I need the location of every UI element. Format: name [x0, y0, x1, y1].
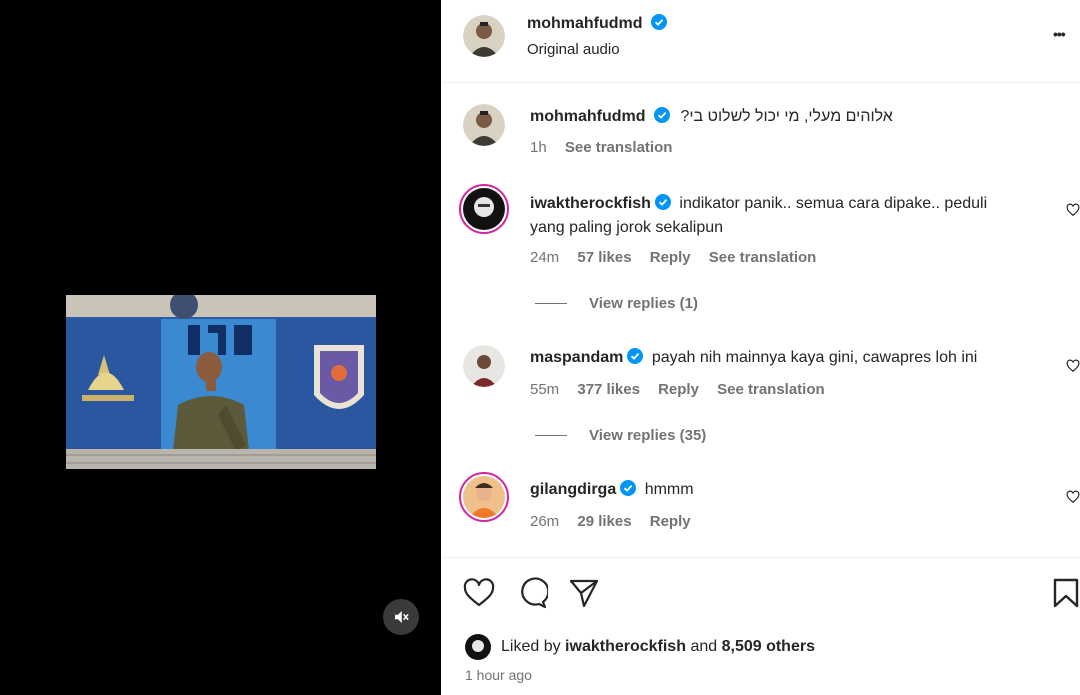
verified-badge-icon [620, 480, 637, 496]
comment-like-heart-icon[interactable] [1066, 359, 1080, 373]
author-header: mohmahfudmd [527, 14, 667, 33]
author-avatar[interactable] [463, 15, 505, 57]
caption-see-translation[interactable]: See translation [565, 139, 673, 156]
comment-likes[interactable]: 377 likes [577, 381, 640, 398]
header-divider [441, 82, 1080, 83]
view-replies-button[interactable]: View replies (1) [535, 295, 698, 312]
actions-divider [441, 557, 1080, 558]
verified-badge-icon [654, 194, 671, 210]
replies-line [535, 435, 567, 436]
comment-like-heart-icon[interactable] [1066, 490, 1080, 504]
post-details-panel: mohmahfudmd Original audio ••• mohmahfud… [441, 0, 1080, 695]
comment-username[interactable]: gilangdirga [530, 481, 616, 498]
muted-speaker-icon [395, 611, 409, 623]
likes-summary: Liked by iwaktherockfish and 8,509 other… [465, 634, 815, 660]
liked-by-user[interactable]: iwaktherockfish [565, 638, 686, 656]
liked-by-prefix: Liked by [501, 638, 561, 655]
replies-line [535, 303, 567, 304]
liker-avatar[interactable] [465, 634, 491, 660]
comment-username[interactable]: iwaktherockfish [530, 195, 651, 212]
comment-likes[interactable]: 57 likes [577, 249, 631, 266]
video-thumbnail [66, 295, 376, 469]
paper-plane-icon[interactable] [568, 577, 600, 609]
comment-text: indikator panik.. semua cara dipake.. pe… [679, 195, 988, 212]
comment-see-translation[interactable]: See translation [717, 381, 825, 398]
author-avatar-image [463, 15, 505, 57]
post-media [0, 0, 441, 695]
audio-label[interactable]: Original audio [527, 41, 620, 58]
liked-by-others[interactable]: 8,509 others [722, 638, 815, 656]
bookmark-icon[interactable] [1052, 577, 1080, 609]
author-username[interactable]: mohmahfudmd [527, 15, 643, 32]
mute-toggle-button[interactable] [383, 599, 419, 635]
comment-avatar-maspandam[interactable] [463, 345, 505, 387]
comment-meta: 24m 57 likes Reply See translation [530, 249, 830, 266]
more-options-button[interactable]: ••• [1053, 26, 1066, 42]
comment-text-continued: yang paling jorok sekalipun [530, 219, 724, 236]
verified-badge-icon [654, 107, 670, 123]
comment-text: hmmm [644, 481, 694, 498]
verified-badge-icon [651, 14, 667, 30]
video-player[interactable] [66, 295, 376, 469]
comment-body: gilangdirga hmmm [530, 480, 694, 499]
post-time-ago[interactable]: 1 hour ago [465, 667, 532, 683]
caption-avatar-image [463, 104, 505, 146]
caption-meta: 1h See translation [530, 139, 686, 156]
comment-time[interactable]: 24m [530, 249, 559, 266]
caption-avatar[interactable] [463, 104, 505, 146]
liked-by-and: and [690, 638, 718, 655]
verified-badge-icon [627, 348, 644, 364]
comment-like-heart-icon[interactable] [1066, 203, 1080, 217]
comment-meta: 26m 29 likes Reply [530, 513, 705, 530]
view-replies-label: View replies (35) [589, 427, 707, 444]
view-replies-label: View replies (1) [589, 295, 698, 312]
caption-text: אלוהים מעלי, מי יכול לשלוט בי? [680, 108, 893, 125]
comment-avatar-gilangdirga[interactable] [459, 472, 509, 522]
comment-body: maspandam payah nih mainnya kaya gini, c… [530, 348, 977, 367]
commenter-avatar-image [463, 345, 505, 387]
comment-see-translation[interactable]: See translation [709, 249, 817, 266]
comment-reply-button[interactable]: Reply [650, 249, 691, 266]
commenter-avatar-image [463, 476, 505, 518]
caption-time[interactable]: 1h [530, 139, 547, 156]
commenter-avatar-image [463, 188, 505, 230]
view-replies-button[interactable]: View replies (35) [535, 427, 706, 444]
comment-likes[interactable]: 29 likes [577, 513, 631, 530]
comment-bubble-icon[interactable] [516, 577, 548, 609]
comment-username[interactable]: maspandam [530, 349, 623, 366]
caption-body: mohmahfudmd אלוהים מעלי, מי יכול לשלוט ב… [530, 107, 893, 126]
comment-time[interactable]: 55m [530, 381, 559, 398]
comment-time[interactable]: 26m [530, 513, 559, 530]
caption-username[interactable]: mohmahfudmd [530, 108, 646, 125]
comment-text: payah nih mainnya kaya gini, cawapres lo… [651, 349, 978, 366]
heart-icon[interactable] [463, 577, 495, 609]
comment-avatar-iwaktherockfish[interactable] [459, 184, 509, 234]
comment-body: iwaktherockfish indikator panik.. semua … [530, 192, 1050, 240]
comment-reply-button[interactable]: Reply [650, 513, 691, 530]
comment-meta: 55m 377 likes Reply See translation [530, 381, 839, 398]
comment-reply-button[interactable]: Reply [658, 381, 699, 398]
